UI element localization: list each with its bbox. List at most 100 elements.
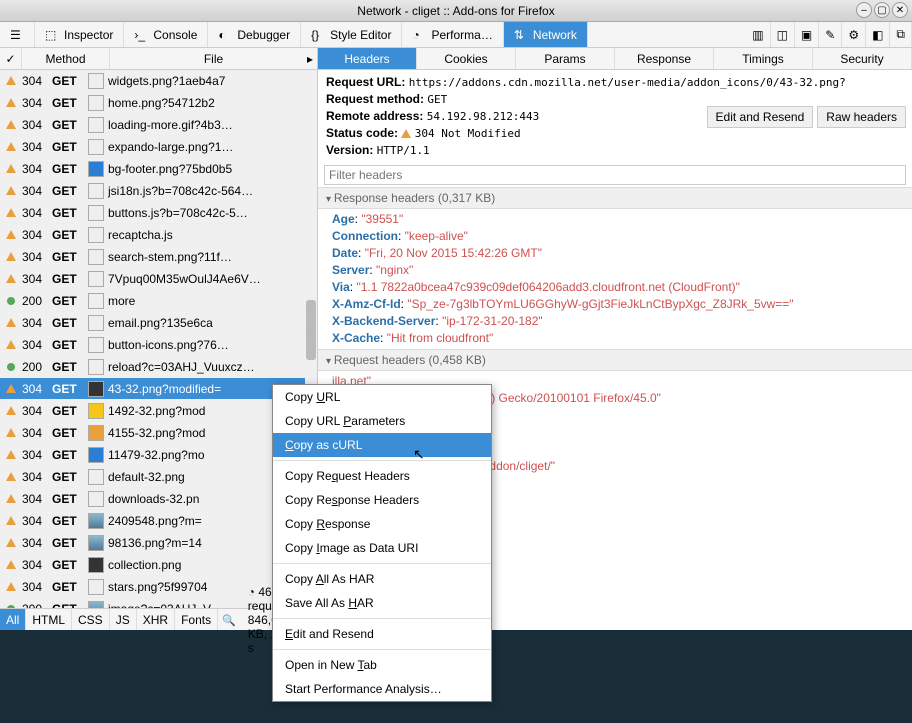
console-tool[interactable]: ›_Console	[124, 22, 208, 47]
close-icon[interactable]: ✕	[892, 2, 908, 18]
request-row[interactable]: 304GETexpando-large.png?1…	[0, 136, 317, 158]
tab-response[interactable]: Response	[615, 48, 714, 69]
status-cached-icon	[0, 208, 22, 217]
tab-params[interactable]: Params	[516, 48, 615, 69]
menu-separator	[273, 649, 491, 650]
minimize-icon[interactable]: –	[856, 2, 872, 18]
request-row[interactable]: 304GEThome.png?54712b2	[0, 92, 317, 114]
file-type-icon	[88, 139, 104, 155]
file-type-icon	[88, 161, 104, 177]
filter-tab-js[interactable]: JS	[110, 609, 137, 630]
method-cell: GET	[52, 602, 88, 609]
request-headers-section[interactable]: Request headers (0,458 KB)	[318, 349, 912, 371]
request-row[interactable]: 304GETdownloads-32.pn	[0, 488, 317, 510]
status-cached-icon	[0, 318, 22, 327]
request-row[interactable]: 304GETjsi18n.js?b=708c42c-564…	[0, 180, 317, 202]
tab-security[interactable]: Security	[813, 48, 912, 69]
header-name: Via	[332, 280, 350, 294]
request-row[interactable]: 304GETloading-more.gif?4b3…	[0, 114, 317, 136]
menu-item[interactable]: Copy Image as Data URI	[273, 536, 491, 560]
status-ok-icon	[0, 297, 22, 305]
response-headers-section[interactable]: Response headers (0,317 KB)	[318, 187, 912, 209]
request-row[interactable]: 304GET98136.png?m=14	[0, 532, 317, 554]
request-row[interactable]: 304GET1492-32.png?mod	[0, 400, 317, 422]
request-row[interactable]: 200GETreload?c=03AHJ_Vuuxcz…	[0, 356, 317, 378]
scratchpad-icon[interactable]: ✎	[819, 22, 842, 47]
responsive-icon[interactable]: ▣	[795, 22, 819, 47]
request-method: GET	[427, 93, 447, 106]
request-row[interactable]: 304GETcollection.png	[0, 554, 317, 576]
scrollbar-thumb[interactable]	[306, 300, 316, 360]
request-row[interactable]: 304GET43-32.png?modified=	[0, 378, 317, 400]
raw-headers-button[interactable]: Raw headers	[817, 106, 906, 128]
filter-tab-all[interactable]: All	[0, 609, 26, 630]
menu-item[interactable]: Save All As HAR	[273, 591, 491, 615]
request-row[interactable]: 304GETbg-footer.png?75bd0b5	[0, 158, 317, 180]
menu-item[interactable]: Edit and Resend	[273, 622, 491, 646]
filter-tab-css[interactable]: CSS	[72, 609, 110, 630]
request-row[interactable]: 304GET4155-32.png?mod	[0, 422, 317, 444]
status-code-cell: 304	[22, 228, 52, 242]
method-cell: GET	[52, 162, 88, 176]
maximize-icon[interactable]: ▢	[874, 2, 890, 18]
inspector-tool[interactable]: ⬚Inspector	[35, 22, 124, 47]
filter-tab-html[interactable]: HTML	[26, 609, 72, 630]
tab-timings[interactable]: Timings	[714, 48, 813, 69]
status-code-cell: 200	[22, 294, 52, 308]
method-cell: GET	[52, 404, 88, 418]
file-name-cell: button-icons.png?76…	[108, 338, 317, 352]
performance-tool[interactable]: ◔Performa…	[402, 22, 503, 47]
request-row[interactable]: 304GETbuttons.js?b=708c42c-5…	[0, 202, 317, 224]
toggle-tool[interactable]: ☰	[0, 22, 35, 47]
file-type-icon	[88, 601, 104, 609]
request-row[interactable]: 304GETemail.png?135e6ca	[0, 312, 317, 334]
debugger-tool[interactable]: ◐Debugger	[208, 22, 301, 47]
header-name: X-Cache	[332, 331, 380, 345]
request-row[interactable]: 304GETwidgets.png?1aeb4a7	[0, 70, 317, 92]
request-row[interactable]: 304GETstars.png?5f99704	[0, 576, 317, 598]
request-row[interactable]: 200GETimage?c=03AHJ_V	[0, 598, 317, 608]
request-row[interactable]: 304GETsearch-stem.png?11f…	[0, 246, 317, 268]
tab-cookies[interactable]: Cookies	[417, 48, 516, 69]
filter-tab-xhr[interactable]: XHR	[137, 609, 175, 630]
column-sort-icon[interactable]: ▸	[307, 52, 313, 66]
style-editor-tool[interactable]: {}Style Editor	[301, 22, 402, 47]
filter-headers-input[interactable]	[324, 165, 906, 185]
file-column-header[interactable]: File▸	[110, 48, 317, 69]
menu-item[interactable]: Copy as cURL	[273, 433, 491, 457]
settings-icon[interactable]: ⚙	[842, 22, 866, 47]
dock-side-icon[interactable]: ◧	[866, 22, 890, 47]
status-cached-icon	[0, 582, 22, 591]
panel-toggle-2[interactable]: ◫	[771, 22, 795, 47]
menu-item[interactable]: Copy Request Headers	[273, 464, 491, 488]
request-list[interactable]: 304GETwidgets.png?1aeb4a7304GEThome.png?…	[0, 70, 317, 608]
menu-item[interactable]: Copy Response	[273, 512, 491, 536]
network-tool[interactable]: ⇅Network	[504, 22, 588, 47]
menu-item[interactable]: Copy All As HAR	[273, 567, 491, 591]
method-column-header[interactable]: Method	[22, 48, 110, 69]
file-name-cell: bg-footer.png?75bd0b5	[108, 162, 317, 176]
menu-item[interactable]: Copy URL Parameters	[273, 409, 491, 433]
panel-toggle-1[interactable]: ▥	[746, 22, 770, 47]
request-row[interactable]: 200GETmore	[0, 290, 317, 312]
request-row[interactable]: 304GET11479-32.png?mo	[0, 444, 317, 466]
dock-window-icon[interactable]: ⧉	[890, 22, 912, 47]
header-value: "Hit from cloudfront"	[387, 331, 494, 345]
request-row[interactable]: 304GET7Vpuq00M35wOulJ4Ae6V…	[0, 268, 317, 290]
request-row[interactable]: 304GETbutton-icons.png?76…	[0, 334, 317, 356]
edit-resend-button[interactable]: Edit and Resend	[707, 106, 814, 128]
filter-tab-fonts[interactable]: Fonts	[175, 609, 218, 630]
status-cached-icon	[0, 164, 22, 173]
request-row[interactable]: 304GETdefault-32.png	[0, 466, 317, 488]
header-name: Age	[332, 212, 355, 226]
request-row[interactable]: 304GET2409548.png?m=	[0, 510, 317, 532]
request-row[interactable]: 304GETrecaptcha.js	[0, 224, 317, 246]
header-name: Date	[332, 246, 358, 260]
status-column-header[interactable]: ✓	[0, 48, 22, 69]
menu-item[interactable]: Open in New Tab	[273, 653, 491, 677]
filter-search-icon[interactable]	[218, 613, 240, 627]
menu-item[interactable]: Copy URL	[273, 385, 491, 409]
tab-headers[interactable]: Headers	[318, 48, 417, 69]
menu-item[interactable]: Start Performance Analysis…	[273, 677, 491, 701]
menu-item[interactable]: Copy Response Headers	[273, 488, 491, 512]
